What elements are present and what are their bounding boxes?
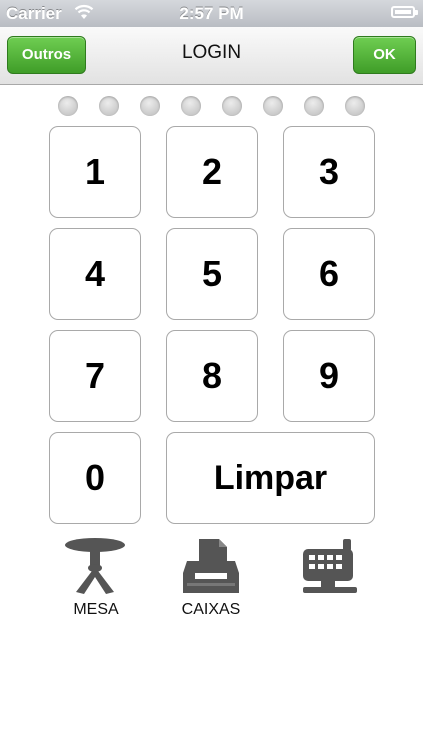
key-7[interactable]: 7	[49, 330, 141, 422]
key-6[interactable]: 6	[283, 228, 375, 320]
clock: 2:57 PM	[179, 4, 244, 23]
mesa-button[interactable]: MESA	[50, 537, 142, 625]
navigation-bar: Outros LOGIN OK	[0, 27, 423, 85]
pin-dot	[140, 96, 160, 116]
caixas-label: CAIXAS	[181, 601, 241, 618]
caixas-button[interactable]: CAIXAS	[165, 537, 257, 625]
table-icon	[65, 538, 125, 594]
pin-dot	[345, 96, 365, 116]
cash-drawer-icon	[183, 539, 239, 593]
key-2[interactable]: 2	[166, 126, 258, 218]
pin-dot	[58, 96, 78, 116]
pin-dot	[222, 96, 242, 116]
key-4[interactable]: 4	[49, 228, 141, 320]
key-5[interactable]: 5	[166, 228, 258, 320]
battery-icon	[391, 6, 418, 18]
key-1[interactable]: 1	[49, 126, 141, 218]
pin-indicator	[0, 96, 423, 118]
key-3[interactable]: 3	[283, 126, 375, 218]
key-9[interactable]: 9	[283, 330, 375, 422]
status-bar: Carrier 2:57 PM	[0, 0, 423, 27]
mesa-label: MESA	[73, 601, 119, 618]
pin-dot	[304, 96, 324, 116]
key-8[interactable]: 8	[166, 330, 258, 422]
cash-register-button[interactable]	[283, 537, 375, 625]
key-0[interactable]: 0	[49, 432, 141, 524]
clear-button[interactable]: Limpar	[166, 432, 375, 524]
ok-button[interactable]: OK	[353, 36, 416, 74]
pin-dot	[99, 96, 119, 116]
pin-dot	[181, 96, 201, 116]
pin-dot	[263, 96, 283, 116]
cash-register-icon	[303, 539, 357, 593]
